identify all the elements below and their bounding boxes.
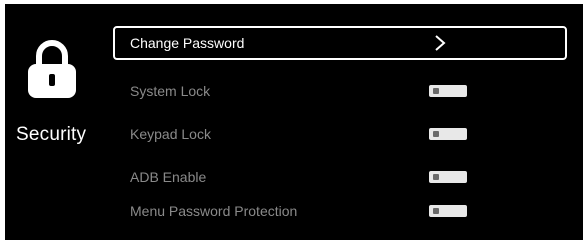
menu-item-label: Menu Password Protection <box>130 203 298 219</box>
toggle-knob <box>433 174 439 180</box>
toggle-knob <box>433 88 439 94</box>
keypad-lock-toggle[interactable] <box>429 128 467 140</box>
lock-icon <box>28 40 76 98</box>
menu-password-protection-toggle[interactable] <box>429 205 467 217</box>
toggle-knob <box>433 208 439 214</box>
adb-enable-toggle[interactable] <box>429 171 467 183</box>
system-lock-toggle[interactable] <box>429 85 467 97</box>
menu-item-system-lock[interactable]: System Lock <box>113 74 571 108</box>
menu-item-keypad-lock[interactable]: Keypad Lock <box>113 117 571 151</box>
security-menu: Change Password System Lock Keypad Lock … <box>113 24 573 240</box>
menu-item-label: Keypad Lock <box>130 126 211 142</box>
menu-item-menu-password-protection[interactable]: Menu Password Protection <box>113 194 571 228</box>
menu-item-change-password[interactable]: Change Password <box>113 26 567 60</box>
menu-item-label: Change Password <box>130 35 245 51</box>
tv-settings-screen: Security Change Password System Lock Key… <box>5 4 583 240</box>
chevron-right-icon <box>435 35 446 51</box>
menu-item-label: ADB Enable <box>130 169 207 185</box>
section-title: Security <box>16 124 87 145</box>
section-panel: Security <box>5 4 110 240</box>
menu-item-label: System Lock <box>130 83 211 99</box>
menu-item-adb-enable[interactable]: ADB Enable <box>113 160 571 194</box>
toggle-knob <box>433 131 439 137</box>
